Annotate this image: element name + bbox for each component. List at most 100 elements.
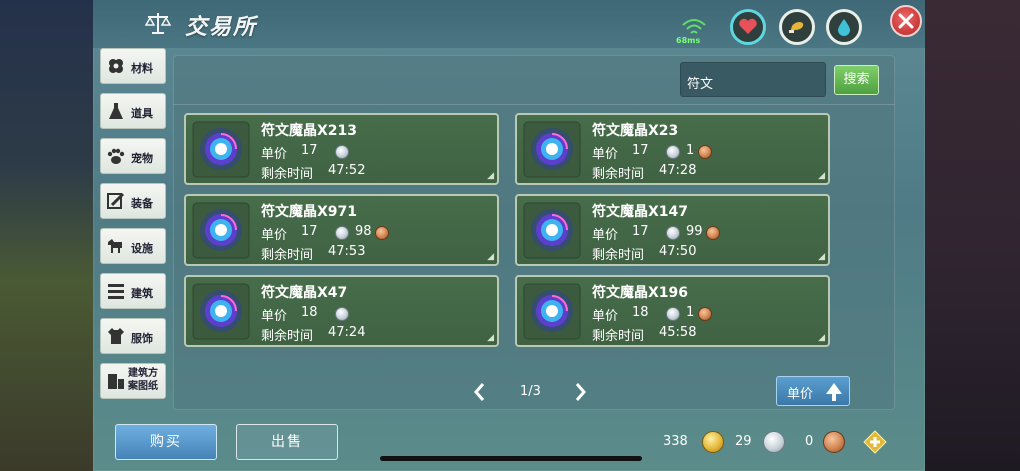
item-name: 符文魔晶X196 — [592, 285, 689, 301]
scene-background-left — [0, 0, 95, 471]
gold-coin-icon — [702, 431, 724, 453]
blueprint-icon — [108, 374, 124, 389]
item-name: 符文魔晶X47 — [261, 285, 348, 301]
sidebar-item-blueprints[interactable]: 建筑方案图纸 — [100, 363, 166, 399]
sort-by-price-button[interactable]: 单价 — [776, 376, 850, 406]
rune-crystal-icon — [523, 202, 581, 259]
divider — [173, 104, 895, 105]
health-status[interactable] — [730, 9, 766, 45]
price-label: 单价 — [592, 147, 619, 162]
search-input[interactable]: 符文 — [680, 62, 826, 97]
silver-coin-icon — [335, 226, 349, 240]
corner-ornament: ◢ — [818, 171, 825, 181]
silver-amount: 29 — [735, 434, 752, 449]
sidebar-item-materials[interactable]: 材料 — [100, 48, 166, 84]
sidebar-item-facilities[interactable]: 设施 — [100, 228, 166, 264]
flask-icon — [109, 103, 123, 119]
chevron-left-icon — [474, 383, 485, 401]
rune-crystal-icon — [523, 121, 581, 178]
listing-card[interactable]: 符文魔晶X213 单价 17 剩余时间 47:52 ◢ — [184, 113, 499, 185]
time-left-value: 45:58 — [659, 325, 697, 340]
add-currency-button[interactable] — [863, 430, 887, 454]
sidebar-item-clothing[interactable]: 服饰 — [100, 318, 166, 354]
listing-card[interactable]: 符文魔晶X23 单价 17 1 剩余时间 47:28 ◢ — [515, 113, 830, 185]
scales-icon — [145, 13, 171, 34]
price-copper: 1 — [686, 143, 695, 158]
sidebar-item-label: 道具 — [131, 107, 153, 120]
time-left-label: 剩余时间 — [592, 248, 645, 263]
water-status[interactable] — [826, 9, 862, 45]
time-left-label: 剩余时间 — [592, 329, 645, 344]
time-left-value: 47:52 — [328, 163, 366, 178]
copper-coin-icon — [823, 431, 845, 453]
next-page-button[interactable] — [571, 381, 589, 403]
price-copper: 99 — [686, 224, 703, 239]
price-label: 单价 — [592, 228, 619, 243]
rune-crystal-icon — [523, 283, 581, 340]
stamina-status[interactable] — [779, 9, 815, 45]
sidebar-item-pets[interactable]: 宠物 — [100, 138, 166, 174]
time-left-label: 剩余时间 — [592, 167, 645, 182]
silver-coin-icon — [335, 145, 349, 159]
copper-coin-icon — [706, 226, 720, 240]
close-button[interactable] — [890, 5, 922, 37]
flower-icon — [109, 59, 123, 73]
page-title: 交易所 — [185, 15, 258, 40]
corner-ornament: ◢ — [487, 171, 494, 181]
copper-coin-icon — [698, 145, 712, 159]
search-button[interactable]: 搜索 — [834, 65, 879, 95]
listing-card[interactable]: 符文魔晶X196 单价 18 1 剩余时间 45:58 ◢ — [515, 275, 830, 347]
sidebar-item-label: 材料 — [131, 62, 153, 75]
price-label: 单价 — [261, 228, 288, 243]
sidebar-item-props[interactable]: 道具 — [100, 93, 166, 129]
sidebar-item-label: 宠物 — [131, 152, 153, 165]
price-silver: 17 — [632, 224, 649, 239]
time-left-value: 47:53 — [328, 244, 366, 259]
close-icon — [898, 13, 914, 29]
horse-icon — [108, 239, 122, 253]
corner-ornament: ◢ — [818, 333, 825, 343]
sidebar-item-buildings[interactable]: 建筑 — [100, 273, 166, 309]
sidebar-item-label: 服饰 — [131, 332, 153, 345]
item-name: 符文魔晶X971 — [261, 204, 358, 220]
price-silver: 18 — [301, 305, 318, 320]
prev-page-button[interactable] — [471, 381, 489, 403]
chevron-right-icon — [575, 383, 586, 401]
listing-card[interactable]: 符文魔晶X147 单价 17 99 剩余时间 47:50 ◢ — [515, 194, 830, 266]
sidebar-item-label: 装备 — [131, 197, 153, 210]
price-silver: 17 — [301, 224, 318, 239]
item-name: 符文魔晶X213 — [261, 123, 358, 139]
time-left-label: 剩余时间 — [261, 167, 314, 182]
gold-amount: 338 — [663, 434, 688, 449]
silver-coin-icon — [666, 145, 680, 159]
time-left-label: 剩余时间 — [261, 248, 314, 263]
sword-icon — [107, 192, 125, 209]
silver-coin-icon — [763, 431, 785, 453]
item-name: 符文魔晶X147 — [592, 204, 689, 220]
time-left-value: 47:28 — [659, 163, 697, 178]
paw-icon — [107, 148, 125, 164]
rune-crystal-icon — [192, 202, 250, 259]
corner-ornament: ◢ — [487, 252, 494, 262]
copper-coin-icon — [698, 307, 712, 321]
listing-card[interactable]: 符文魔晶X47 单价 18 剩余时间 47:24 ◢ — [184, 275, 499, 347]
buy-tab-button[interactable]: 购买 — [115, 424, 217, 460]
wifi-icon — [682, 19, 706, 34]
building-icon — [108, 284, 124, 299]
sort-arrow-icon — [826, 383, 842, 401]
title-bar: 交易所 68ms — [93, 0, 925, 48]
heart-icon — [739, 18, 757, 34]
shirt-icon — [108, 328, 124, 344]
page-indicator: 1/3 — [520, 384, 541, 399]
copper-coin-icon — [375, 226, 389, 240]
price-label: 单价 — [261, 309, 288, 324]
sidebar-item-equipment[interactable]: 装备 — [100, 183, 166, 219]
silver-coin-icon — [666, 226, 680, 240]
price-copper: 98 — [355, 224, 372, 239]
price-label: 单价 — [261, 147, 288, 162]
sell-tab-button[interactable]: 出售 — [236, 424, 338, 460]
price-copper: 1 — [686, 305, 695, 320]
rune-crystal-icon — [192, 283, 250, 340]
listing-card[interactable]: 符文魔晶X971 单价 17 98 剩余时间 47:53 ◢ — [184, 194, 499, 266]
time-left-value: 47:50 — [659, 244, 697, 259]
